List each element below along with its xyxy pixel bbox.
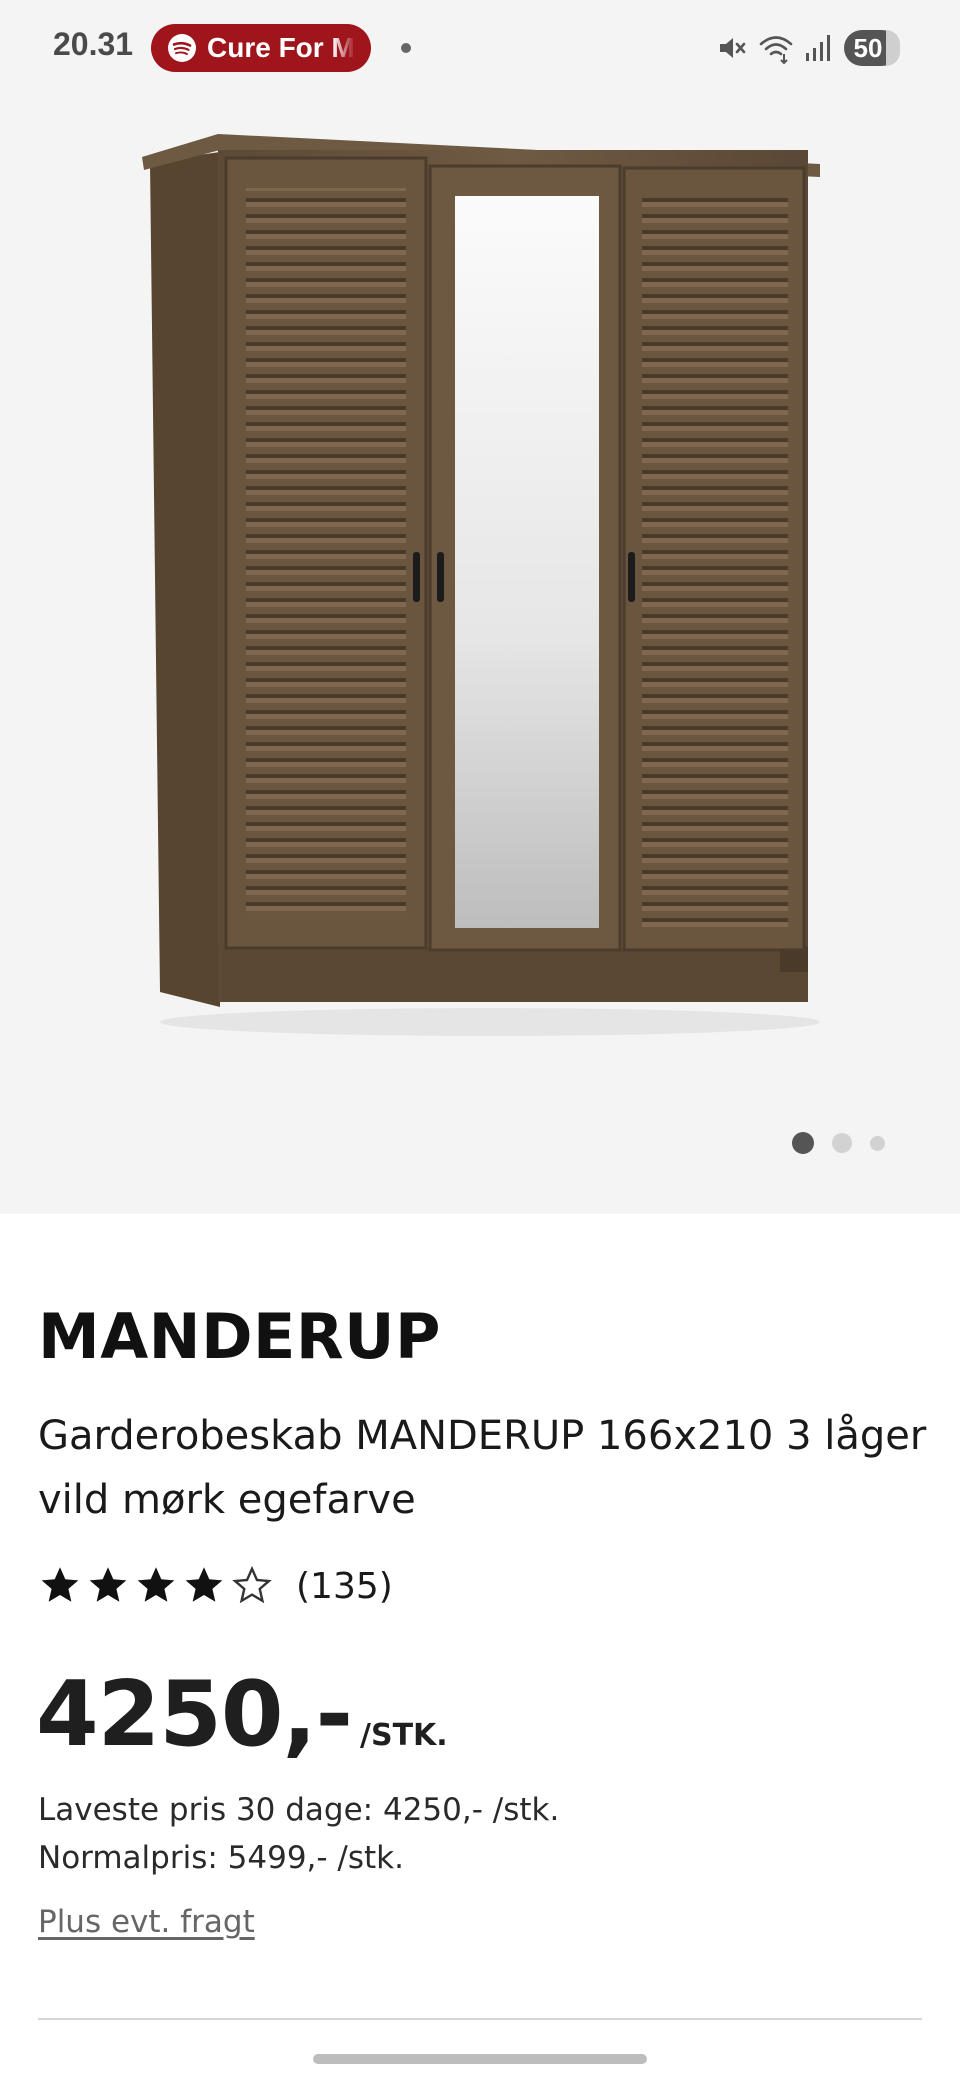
star-filled-icon [41,1567,79,1602]
media-title: Cure For Me [207,32,355,63]
shipping-link[interactable]: Plus evt. fragt [38,1904,255,1940]
signal-icon [806,35,830,61]
status-icons: 50 [716,28,900,68]
wifi-icon [759,36,793,64]
product-image[interactable] [130,122,830,1052]
star-filled-icon [185,1567,223,1602]
rating-stars [38,1564,274,1608]
review-count[interactable]: (135) [296,1566,393,1607]
product-page: 20.31 Cure For Me 50 MANDERUP Garderobes… [0,0,960,2080]
product-brand: MANDERUP [38,1300,441,1373]
spotify-icon [168,34,196,62]
product-rating[interactable]: (135) [38,1564,393,1608]
mute-icon [720,38,746,58]
product-name: Garderobeskab MANDERUP 166x210 3 låger v… [38,1413,927,1523]
carousel-dot-3[interactable] [870,1135,885,1151]
status-bar: 20.31 Cure For Me 50 [0,0,960,82]
star-empty-icon [232,1565,272,1604]
product-info: MANDERUP Garderobeskab MANDERUP 166x210 … [0,1214,960,2080]
lowest-price-30-days: Laveste pris 30 dage: 4250,- /stk. [38,1792,560,1828]
divider [38,2018,922,2020]
star-filled-icon [137,1567,175,1602]
star-filled-icon [89,1567,127,1602]
price-details: Laveste pris 30 dage: 4250,- /stk. Norma… [38,1786,559,1882]
product-image-gallery[interactable] [0,82,960,1214]
price: 4250,- /STK. [36,1662,448,1767]
price-value: 4250,- [36,1662,353,1767]
status-time: 20.31 [53,26,134,62]
battery-icon: 50 [844,30,900,66]
battery-level: 50 [853,32,883,63]
carousel-pagination[interactable] [792,1132,885,1154]
price-unit: /STK. [360,1718,448,1753]
media-playback-chip[interactable]: Cure For Me [151,24,371,72]
carousel-dot-1[interactable] [792,1132,814,1154]
carousel-dot-2[interactable] [832,1133,852,1153]
home-indicator[interactable] [313,2054,647,2064]
normal-price: Normalpris: 5499,- /stk. [38,1840,404,1876]
notification-dot-icon [401,43,411,53]
